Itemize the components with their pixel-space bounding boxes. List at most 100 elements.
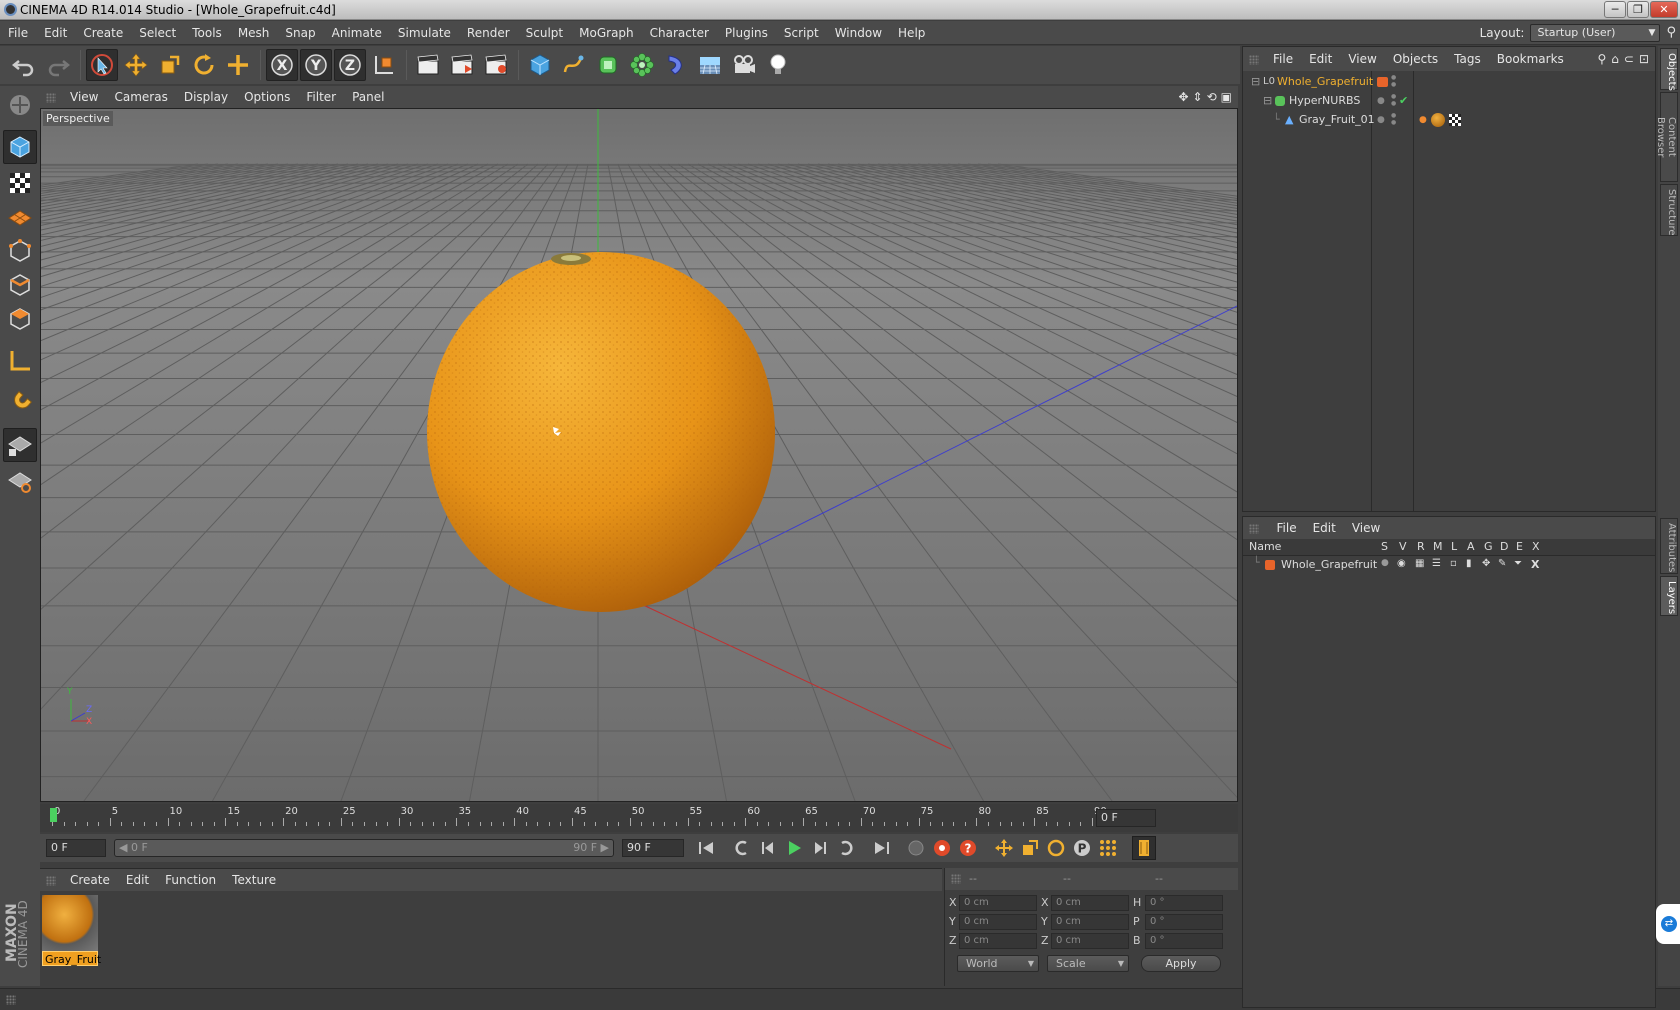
add-environment-button[interactable] <box>694 49 726 81</box>
grip-handle-icon[interactable] <box>1249 524 1259 534</box>
material-menu-function[interactable]: Function <box>157 869 224 891</box>
column-expressions[interactable]: E <box>1516 540 1523 553</box>
menu-animate[interactable]: Animate <box>324 21 390 45</box>
workplane-mode-button[interactable] <box>3 200 37 234</box>
object-row-whole-grapefruit[interactable]: ⊟ L0 Whole_Grapefruit ● ● <box>1243 72 1655 92</box>
search-icon[interactable]: ⚲ <box>1597 51 1606 67</box>
object-menu-bookmarks[interactable]: Bookmarks <box>1489 47 1572 71</box>
object-menu-tags[interactable]: Tags <box>1446 47 1489 71</box>
render-clapper-icon[interactable]: ▦ <box>1415 558 1424 569</box>
add-nurbs-button[interactable] <box>592 49 624 81</box>
generator-icon[interactable]: ✥ <box>1482 558 1490 569</box>
viewport-menu-options[interactable]: Options <box>236 86 298 108</box>
play-button[interactable] <box>782 836 806 860</box>
layer-menu-edit[interactable]: Edit <box>1305 517 1344 539</box>
grip-handle-icon[interactable] <box>1249 55 1259 65</box>
enabled-checkmark-icon[interactable]: ✔ <box>1399 91 1408 111</box>
collapse-icon[interactable]: ⊟ <box>1263 91 1272 111</box>
y-axis-lock-button[interactable]: Y <box>300 49 332 81</box>
object-menu-objects[interactable]: Objects <box>1385 47 1446 71</box>
tab-objects[interactable]: Objects <box>1660 48 1678 91</box>
dolly-view-icon[interactable]: ⇕ <box>1193 89 1203 105</box>
viewport-menu-filter[interactable]: Filter <box>298 86 344 108</box>
maximize-view-icon[interactable]: ▣ <box>1221 89 1232 105</box>
menu-mesh[interactable]: Mesh <box>230 21 278 45</box>
column-deformers[interactable]: D <box>1500 540 1508 553</box>
menu-plugins[interactable]: Plugins <box>717 21 776 45</box>
key-position-button[interactable] <box>992 836 1016 860</box>
texture-mode-button[interactable] <box>3 166 37 200</box>
menu-sculpt[interactable]: Sculpt <box>518 21 571 45</box>
column-visible[interactable]: V <box>1399 540 1407 553</box>
object-menu-view[interactable]: View <box>1340 47 1384 71</box>
live-selection-button[interactable] <box>86 49 118 81</box>
axis-mode-button[interactable] <box>3 344 37 378</box>
menu-window[interactable]: Window <box>827 21 890 45</box>
points-mode-button[interactable] <box>3 234 37 268</box>
grapefruit-model[interactable] <box>427 252 775 612</box>
render-picture-viewer-button[interactable] <box>446 49 478 81</box>
coordinate-system-button[interactable] <box>368 49 400 81</box>
rotate-tool-button[interactable] <box>188 49 220 81</box>
move-tool-button[interactable] <box>120 49 152 81</box>
timeline-ruler[interactable]: 051015202530354045505560657075808590 0 F <box>40 804 1238 832</box>
edges-mode-button[interactable] <box>3 268 37 302</box>
tab-structure[interactable]: Structure <box>1660 184 1678 236</box>
animation-film-icon[interactable]: ▮ <box>1466 558 1472 569</box>
menu-select[interactable]: Select <box>131 21 184 45</box>
menu-file[interactable]: File <box>0 21 36 45</box>
rotation-h-field[interactable]: 0 ° <box>1145 895 1223 911</box>
current-frame-field[interactable]: 0 F <box>1096 809 1156 827</box>
apply-button[interactable]: Apply <box>1141 955 1221 972</box>
visibility-dots-icon[interactable]: ● ● <box>1391 112 1396 126</box>
column-solo[interactable]: S <box>1381 540 1388 553</box>
model-mode-button[interactable] <box>3 130 37 164</box>
grip-handle-icon[interactable] <box>46 93 56 103</box>
planar-workplane-button[interactable] <box>3 464 37 498</box>
polygons-mode-button[interactable] <box>3 302 37 336</box>
collapse-icon[interactable]: ⊟ <box>1251 72 1260 92</box>
column-generators[interactable]: G <box>1484 540 1493 553</box>
material-swatch[interactable]: Gray_Fruit <box>42 895 101 967</box>
next-frame-button[interactable] <box>808 836 832 860</box>
previous-frame-button[interactable] <box>756 836 780 860</box>
material-menu-texture[interactable]: Texture <box>224 869 284 891</box>
layer-row-whole-grapefruit[interactable]: └ Whole_Grapefruit ● ◉ ▦ ☰ ▫ ▮ ✥ ✎ ⏷ X <box>1243 556 1655 574</box>
add-array-button[interactable] <box>626 49 658 81</box>
size-x-field[interactable]: 0 cm <box>1051 895 1129 911</box>
layer-dot-icon[interactable]: ● <box>1377 110 1385 130</box>
transform-tool-button[interactable] <box>222 49 254 81</box>
rotation-p-field[interactable]: 0 ° <box>1145 914 1223 930</box>
object-row-gray-fruit[interactable]: └ ▲ Gray_Fruit_01 ● ● ● ● <box>1243 110 1655 130</box>
solo-toggle-icon[interactable]: ● <box>1381 558 1389 568</box>
add-camera-button[interactable] <box>728 49 760 81</box>
material-menu-edit[interactable]: Edit <box>118 869 157 891</box>
position-x-field[interactable]: 0 cm <box>959 895 1037 911</box>
coordinate-space-select[interactable]: World ▼ <box>957 955 1039 972</box>
layer-dot-icon[interactable]: ● <box>1377 91 1385 111</box>
add-deformer-button[interactable] <box>660 49 692 81</box>
home-icon[interactable]: ⌂ <box>1611 51 1619 67</box>
key-scale-button[interactable] <box>1018 836 1042 860</box>
scale-tool-button[interactable] <box>154 49 186 81</box>
layout-select[interactable]: Startup (User) ▼ <box>1530 24 1661 42</box>
tab-layers[interactable]: Layers <box>1660 576 1678 616</box>
add-spline-button[interactable] <box>558 49 590 81</box>
teamviewer-button[interactable]: ⇄ <box>1656 904 1680 944</box>
menu-render[interactable]: Render <box>459 21 518 45</box>
render-settings-button[interactable] <box>480 49 512 81</box>
layer-menu-file[interactable]: File <box>1269 517 1305 539</box>
size-mode-select[interactable]: Scale ▼ <box>1047 955 1129 972</box>
layer-color-swatch[interactable] <box>1377 77 1388 87</box>
pan-view-icon[interactable]: ✥ <box>1178 89 1188 105</box>
key-pla-button[interactable] <box>1096 836 1120 860</box>
new-window-icon[interactable]: ⊡ <box>1639 51 1649 67</box>
menu-create[interactable]: Create <box>75 21 131 45</box>
xref-icon[interactable]: X <box>1531 558 1539 571</box>
menu-mograph[interactable]: MoGraph <box>571 21 642 45</box>
tab-content-browser[interactable]: Content Browser <box>1655 92 1678 182</box>
deformer-icon[interactable]: ✎ <box>1498 558 1506 569</box>
position-z-field[interactable]: 0 cm <box>959 933 1037 949</box>
previous-key-button[interactable] <box>730 836 754 860</box>
undo-button[interactable] <box>8 49 40 81</box>
